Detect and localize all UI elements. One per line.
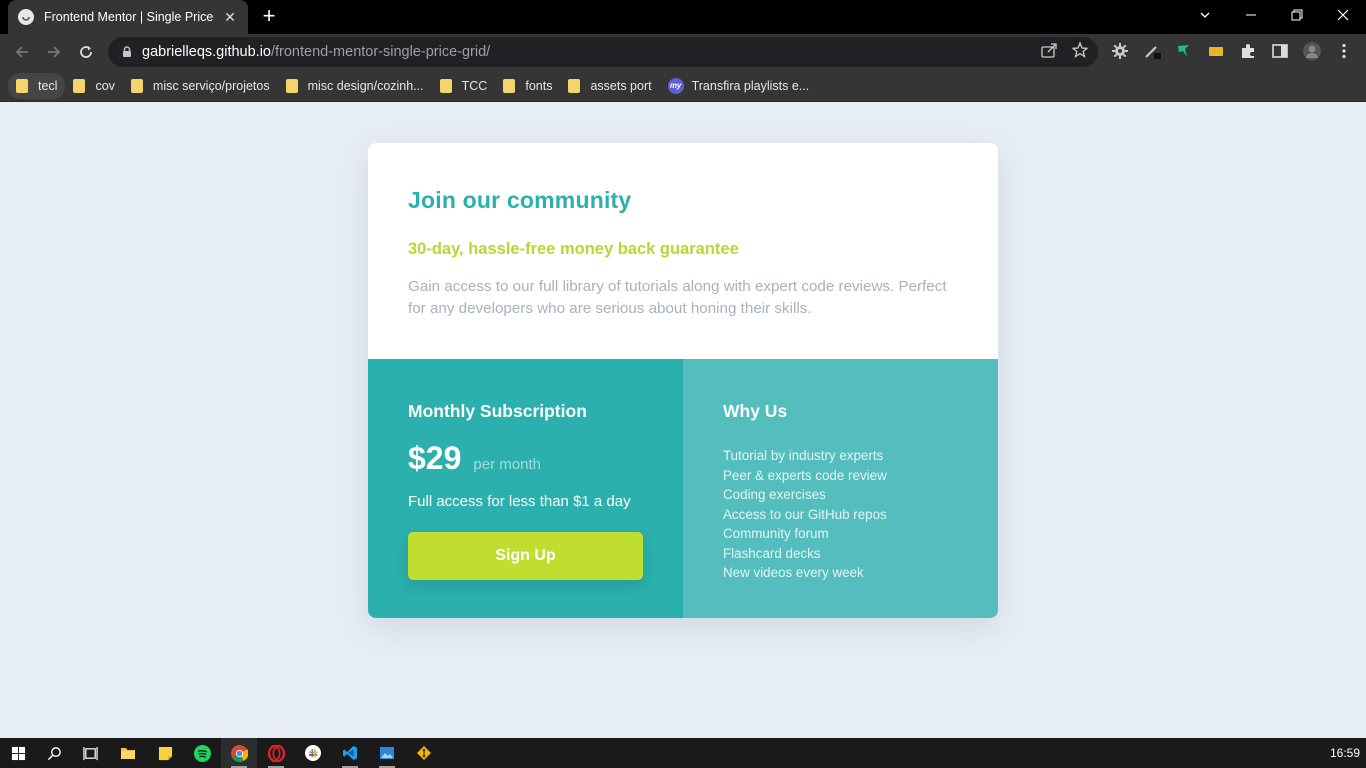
opera-icon[interactable] [258,738,294,768]
address-bar[interactable]: gabrielleqs.github.io/frontend-mentor-si… [108,37,1098,67]
subscription-heading: Monthly Subscription [408,401,587,421]
list-item: Peer & experts code review [723,467,887,483]
folder-extension-icon[interactable] [1207,42,1225,60]
why-us-list: Tutorial by industry experts Peer & expe… [723,446,958,583]
lock-icon [123,46,131,57]
back-arrow-icon[interactable] [10,40,34,64]
sign-up-button[interactable]: Sign Up [408,532,643,580]
close-window-icon[interactable] [1320,0,1366,30]
task-view-icon[interactable] [72,738,108,768]
page-title: Join our community [408,187,632,213]
url-path: /frontend-mentor-single-price-grid/ [270,44,491,60]
vscode-icon[interactable] [332,738,368,768]
bookmark-folder-tcc[interactable]: TCC [432,73,496,99]
list-item: New videos every week [723,565,864,580]
subscription-section: Monthly Subscription $29 per month Full … [368,359,683,618]
bookmark-label: Transfira playlists e... [691,78,810,93]
bookmark-label: tecl [38,78,58,93]
folder-icon [16,78,28,93]
list-item: Community forum [723,526,829,541]
list-item: Flashcard decks [723,545,821,561]
tab-close-icon[interactable]: ✕ [222,9,238,25]
community-description: Gain access to our full library of tutor… [408,278,947,317]
bookmark-folder-cov[interactable]: cov [65,73,122,99]
menu-kebab-icon[interactable] [1335,42,1353,60]
folder-icon [568,78,581,93]
tab-strip: Frontend Mentor | Single Price G ✕ + [0,0,1366,34]
share-icon[interactable] [1040,41,1058,59]
restore-icon[interactable] [1274,0,1320,30]
folder-icon [439,78,452,93]
file-explorer-icon[interactable] [110,738,146,768]
git-icon[interactable] [406,738,442,768]
folder-icon [130,78,143,93]
url-host: gabrielleqs.github.io [142,44,271,60]
tab-title: Frontend Mentor | Single Price G [44,10,214,24]
bookmark-label: cov [95,78,115,93]
bookmark-label: TCC [461,78,488,93]
price: $29 [408,440,462,476]
bookmark-star-icon[interactable] [1071,41,1089,59]
price-period: per month [473,456,541,473]
folder-icon [285,78,298,93]
side-panel-icon[interactable] [1271,42,1289,60]
bookmark-folder-assets-port[interactable]: assets port [560,73,659,99]
new-tab-button[interactable]: + [258,5,280,28]
chrome-icon[interactable] [221,738,257,768]
guarantee-subtitle: 30-day, hassle-free money back guarantee [408,240,739,258]
bookmark-label: misc serviço/projetos [152,78,270,93]
browser-tab[interactable]: Frontend Mentor | Single Price G ✕ [8,0,248,34]
profile-avatar-icon[interactable] [1303,42,1321,60]
list-item: Coding exercises [723,487,826,502]
minimize-icon[interactable] [1228,0,1274,30]
why-us-heading: Why Us [723,401,788,421]
folder-icon [503,78,516,93]
settings-gear-icon[interactable] [1111,42,1129,60]
browser-toolbar: gabrielleqs.github.io/frontend-mentor-si… [0,34,1366,70]
why-us-section: Why Us Tutorial by industry experts Peer… [683,359,998,618]
windows-start-icon[interactable] [0,738,36,768]
folder-icon [73,78,86,93]
list-item: Access to our GitHub repos [723,506,887,522]
forward-arrow-icon[interactable] [42,40,66,64]
bookmark-folder-misc-design[interactable]: misc design/cozinh... [278,73,432,99]
slack-icon[interactable] [295,738,331,768]
list-item: Tutorial by industry experts [723,448,884,463]
sticky-notes-icon[interactable] [147,738,183,768]
my-icon: my [667,77,684,94]
bookmark-folder-misc-servico[interactable]: misc serviço/projetos [123,73,278,99]
bookmark-label: assets port [590,78,652,93]
bookmark-label: misc design/cozinh... [307,78,424,93]
community-section: Join our community 30-day, hassle-free m… [368,143,998,359]
taskbar: 16:59 [0,738,1366,768]
pricing-card: Join our community 30-day, hassle-free m… [368,143,998,618]
bookmark-transfira-playlists[interactable]: my Transfira playlists e... [660,73,818,99]
bird-extension-icon[interactable] [1175,42,1193,60]
bookmark-folder-fonts[interactable]: fonts [495,73,560,99]
pen-extension-icon[interactable] [1143,42,1161,60]
search-icon[interactable] [36,738,72,768]
tab-search-icon[interactable] [1182,0,1228,30]
spotify-icon[interactable] [184,738,220,768]
access-text: Full access for less than $1 a day [408,493,631,510]
photos-icon[interactable] [369,738,405,768]
bookmark-folder-tecl[interactable]: tecl [8,72,66,99]
reload-icon[interactable] [74,40,98,64]
frontend-mentor-favicon-icon [18,9,34,25]
taskbar-clock[interactable]: 16:59 [1330,738,1360,768]
price-row: $29 per month [408,440,643,477]
bookmarks-bar: tecl cov misc serviço/projetos misc desi… [0,70,1366,102]
puzzle-extensions-icon[interactable] [1239,42,1257,60]
bookmark-label: fonts [525,78,553,93]
